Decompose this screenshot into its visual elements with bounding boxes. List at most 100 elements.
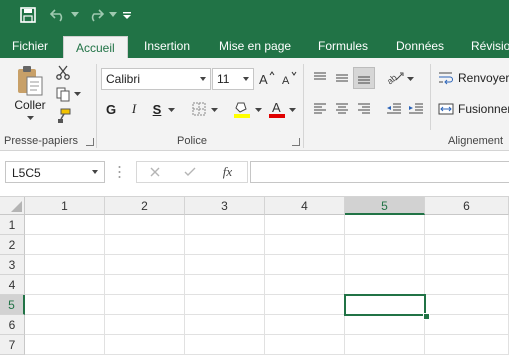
row-header-2[interactable]: 2: [0, 235, 25, 255]
row-header-4[interactable]: 4: [0, 275, 25, 295]
cell-L7C6[interactable]: [425, 335, 509, 355]
borders-icon[interactable]: [189, 100, 209, 118]
cell-L1C1[interactable]: [25, 215, 105, 235]
font-size-combo[interactable]: 11: [212, 68, 254, 90]
cut-icon[interactable]: [53, 62, 73, 82]
fill-color-dropdown-icon[interactable]: [254, 106, 262, 114]
clipboard-launcher-icon[interactable]: [86, 138, 94, 146]
format-painter-icon[interactable]: [53, 106, 73, 126]
cell-L3C2[interactable]: [105, 255, 185, 275]
tab-revision[interactable]: Révisio: [471, 34, 509, 58]
cell-L5C1[interactable]: [25, 295, 105, 315]
cell-L4C4[interactable]: [265, 275, 345, 295]
cell-L4C6[interactable]: [425, 275, 509, 295]
fill-color-icon[interactable]: [232, 98, 252, 120]
formula-input[interactable]: [250, 161, 509, 183]
tab-formules[interactable]: Formules: [318, 34, 368, 58]
cell-L2C5[interactable]: [345, 235, 425, 255]
paste-dropdown-icon[interactable]: [26, 114, 34, 122]
row-header-6[interactable]: 6: [0, 315, 25, 335]
chevron-down-icon[interactable]: [92, 170, 98, 174]
cell-L2C1[interactable]: [25, 235, 105, 255]
select-all-button[interactable]: [0, 197, 25, 215]
insert-function-button[interactable]: fx: [208, 161, 248, 183]
cell-L6C5[interactable]: [345, 315, 425, 335]
cell-L5C3[interactable]: [185, 295, 265, 315]
cell-L2C4[interactable]: [265, 235, 345, 255]
tab-mise-en-page[interactable]: Mise en page: [219, 34, 291, 58]
align-middle-icon[interactable]: [332, 68, 352, 88]
row-header-1[interactable]: 1: [0, 215, 25, 235]
cell-L6C2[interactable]: [105, 315, 185, 335]
tab-donnees[interactable]: Données: [396, 34, 444, 58]
active-cell-highlight[interactable]: [344, 294, 426, 316]
align-top-icon[interactable]: [310, 68, 330, 88]
align-bottom-icon[interactable]: [353, 67, 375, 89]
save-icon[interactable]: [16, 4, 40, 26]
decrease-indent-icon[interactable]: [384, 98, 404, 120]
cell-L1C5[interactable]: [345, 215, 425, 235]
redo-icon[interactable]: [84, 4, 108, 26]
row-header-3[interactable]: 3: [0, 255, 25, 275]
cell-L2C2[interactable]: [105, 235, 185, 255]
name-box[interactable]: L5C5: [5, 161, 105, 183]
merge-center-label[interactable]: Fusionner: [458, 102, 509, 116]
cell-L7C4[interactable]: [265, 335, 345, 355]
cell-L4C5[interactable]: [345, 275, 425, 295]
cell-L3C5[interactable]: [345, 255, 425, 275]
underline-dropdown-icon[interactable]: [167, 106, 175, 114]
undo-dropdown-icon[interactable]: [70, 4, 80, 26]
cell-L5C4[interactable]: [265, 295, 345, 315]
cell-L5C2[interactable]: [105, 295, 185, 315]
confirm-icon[interactable]: [172, 161, 208, 183]
cell-L7C1[interactable]: [25, 335, 105, 355]
copy-icon[interactable]: [53, 84, 73, 104]
paste-icon[interactable]: [12, 64, 48, 98]
bold-button[interactable]: G: [103, 98, 119, 120]
cell-L3C6[interactable]: [425, 255, 509, 275]
italic-button[interactable]: I: [126, 98, 142, 120]
increase-font-size-icon[interactable]: A: [258, 68, 276, 88]
copy-dropdown-icon[interactable]: [73, 90, 81, 98]
grip-icon[interactable]: [118, 165, 121, 179]
cell-L4C3[interactable]: [185, 275, 265, 295]
orientation-icon[interactable]: ab: [385, 67, 405, 89]
redo-dropdown-icon[interactable]: [108, 4, 118, 26]
cell-L1C3[interactable]: [185, 215, 265, 235]
cell-L6C6[interactable]: [425, 315, 509, 335]
cell-L7C3[interactable]: [185, 335, 265, 355]
wrap-text-icon[interactable]: [437, 68, 455, 88]
cell-L2C3[interactable]: [185, 235, 265, 255]
row-header-7[interactable]: 7: [0, 335, 25, 355]
cancel-icon[interactable]: [136, 161, 172, 183]
font-color-icon[interactable]: A: [267, 98, 287, 120]
merge-center-icon[interactable]: [437, 99, 455, 119]
column-header-2[interactable]: 2: [105, 197, 185, 215]
cell-L6C1[interactable]: [25, 315, 105, 335]
underline-button[interactable]: S: [149, 98, 165, 120]
decrease-font-size-icon[interactable]: A: [280, 68, 298, 88]
cell-L1C6[interactable]: [425, 215, 509, 235]
borders-dropdown-icon[interactable]: [210, 106, 218, 114]
cell-L7C5[interactable]: [345, 335, 425, 355]
fill-handle[interactable]: [423, 313, 430, 320]
orientation-dropdown-icon[interactable]: [406, 75, 414, 83]
cell-L5C6[interactable]: [425, 295, 509, 315]
cell-L3C3[interactable]: [185, 255, 265, 275]
undo-icon[interactable]: [46, 4, 70, 26]
row-header-5[interactable]: 5: [0, 295, 25, 315]
align-right-icon[interactable]: [354, 98, 374, 120]
cell-L6C4[interactable]: [265, 315, 345, 335]
paste-label[interactable]: Coller: [13, 98, 47, 112]
column-header-3[interactable]: 3: [185, 197, 265, 215]
column-header-5[interactable]: 5: [345, 197, 425, 215]
cell-L6C3[interactable]: [185, 315, 265, 335]
cell-L4C1[interactable]: [25, 275, 105, 295]
cell-L7C2[interactable]: [105, 335, 185, 355]
column-header-1[interactable]: 1: [25, 197, 105, 215]
cell-L3C1[interactable]: [25, 255, 105, 275]
cell-L1C4[interactable]: [265, 215, 345, 235]
font-color-dropdown-icon[interactable]: [288, 106, 296, 114]
tab-insertion[interactable]: Insertion: [144, 34, 190, 58]
cell-L2C6[interactable]: [425, 235, 509, 255]
